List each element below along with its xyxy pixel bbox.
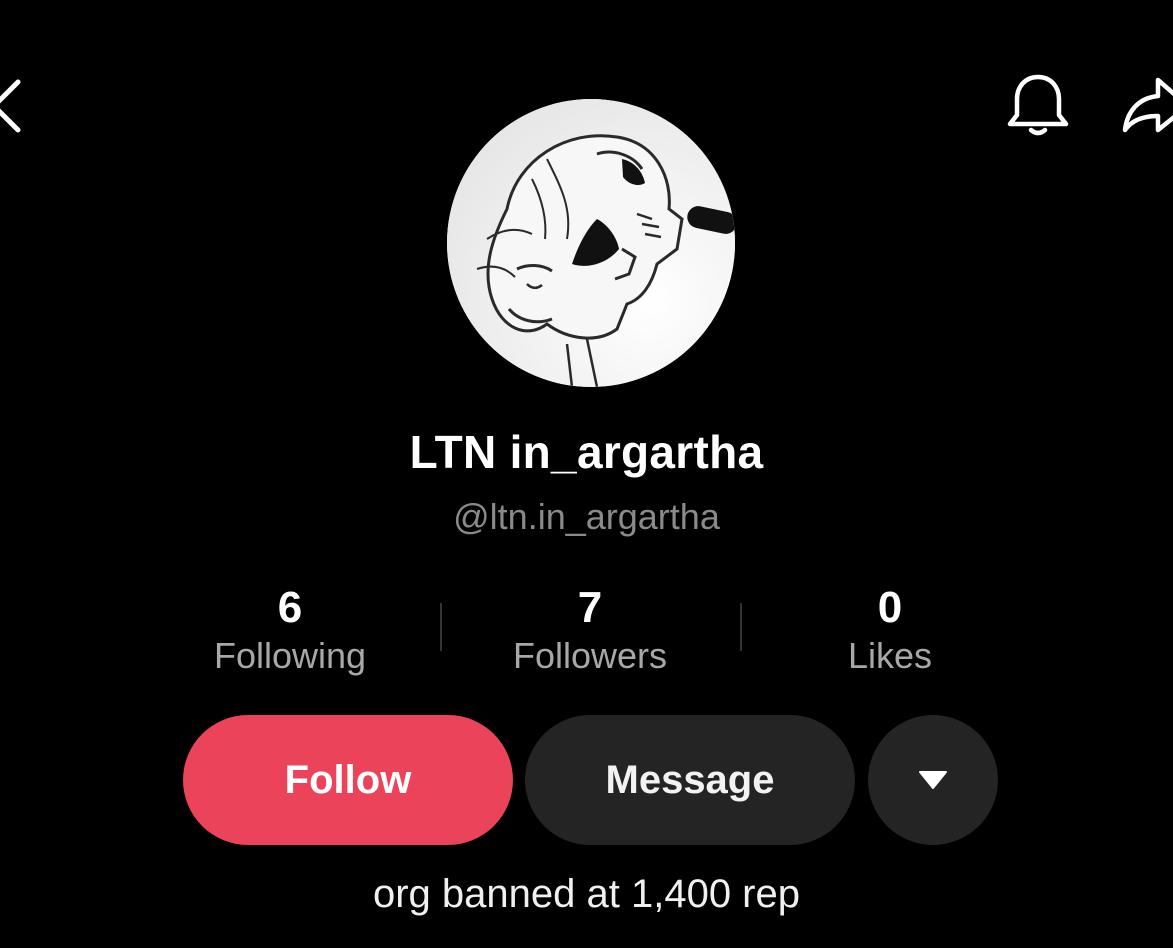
likes-count: 0 [877,583,903,632]
notification-bell-button[interactable] [1000,68,1076,144]
profile-avatar[interactable] [447,99,735,387]
following-stat[interactable]: 6 Following [160,582,420,680]
profile-bio: org banned at 1,400 rep [372,872,800,916]
caret-down-icon [919,771,947,789]
following-count: 6 [277,583,303,632]
username-handle: @ltn.in_argartha [453,496,720,537]
followers-stat[interactable]: 7 Followers [460,582,720,680]
following-label: Following [213,635,367,676]
avatar-image [447,99,735,387]
follow-button[interactable]: Follow [183,715,513,845]
bell-icon [1007,74,1069,136]
stat-divider [440,603,442,651]
follow-button-label: Follow [284,757,412,802]
message-button[interactable]: Message [525,715,855,845]
followers-label: Followers [512,635,668,676]
share-arrow-icon [1122,77,1173,133]
suggested-accounts-button[interactable] [868,715,998,845]
chevron-left-icon [0,79,21,133]
share-button[interactable] [1118,68,1173,144]
message-button-label: Message [605,757,775,802]
likes-label: Likes [847,635,933,676]
likes-stat[interactable]: 0 Likes [760,582,1020,680]
display-name: LTN in_argartha [409,426,764,478]
stat-divider [740,603,742,651]
back-button[interactable] [0,70,40,142]
followers-count: 7 [577,583,603,632]
